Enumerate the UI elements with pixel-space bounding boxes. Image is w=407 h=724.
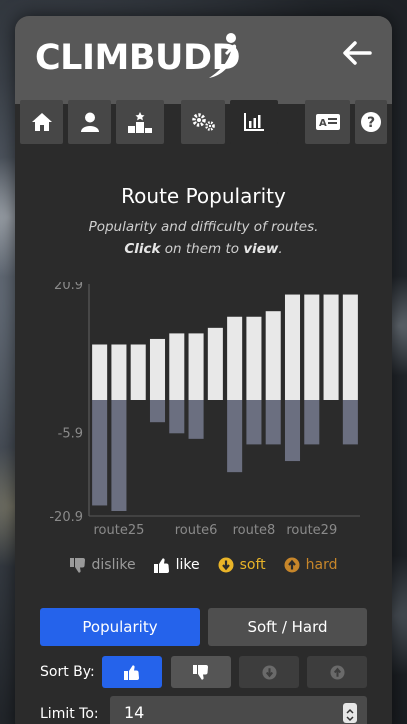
sort-by-hard-button[interactable]	[307, 656, 367, 688]
thumbs-up-icon	[124, 664, 139, 680]
arrow-up-circle-icon	[329, 664, 345, 680]
tab-bar: A ?	[15, 100, 392, 144]
limit-value: 14	[124, 703, 145, 722]
dislike-bar[interactable]	[188, 400, 204, 439]
y-tick-label: 20.9	[54, 282, 83, 293]
like-bar[interactable]	[207, 327, 223, 400]
tab-settings[interactable]	[181, 100, 225, 144]
legend-label-dislike: dislike	[91, 557, 136, 573]
home-icon	[31, 113, 52, 131]
y-tick-label: -20.9	[49, 510, 83, 525]
subtitle-line-1: Popularity and difficulty of routes.	[88, 219, 319, 235]
mode-toggle: Popularity Soft / Hard	[40, 608, 367, 646]
chevron-up-down-icon	[346, 708, 354, 722]
x-tick-label: route29	[286, 523, 337, 538]
page-title: Route Popularity	[121, 184, 286, 208]
id-card-icon: A	[315, 114, 340, 130]
limit-stepper[interactable]	[343, 703, 357, 723]
arrow-down-circle-icon	[261, 664, 277, 680]
legend-item-hard[interactable]: hard	[284, 557, 338, 573]
like-bar[interactable]	[323, 294, 339, 400]
x-tick-label: route8	[233, 523, 276, 538]
popularity-button[interactable]: Popularity	[40, 608, 200, 646]
app-panel: CLIMBUDD A ? Route Popularity Popularity…	[15, 16, 392, 724]
x-tick-label: route6	[175, 523, 218, 538]
thumbs-up-icon	[153, 557, 169, 573]
subtitle-view-word: view	[243, 241, 279, 257]
dislike-bar[interactable]	[246, 400, 262, 445]
like-bar[interactable]	[265, 311, 281, 400]
thumbs-down-icon	[193, 664, 208, 680]
like-bar[interactable]	[92, 344, 108, 400]
sort-label: Sort By:	[40, 664, 95, 680]
arrow-down-circle-icon	[218, 557, 234, 573]
tab-home[interactable]	[20, 100, 63, 144]
subtitle-line-2: Click on them to view.	[15, 238, 392, 260]
climber-logo-icon	[209, 33, 237, 78]
sort-by-soft-button[interactable]	[239, 656, 299, 688]
like-bar[interactable]	[188, 333, 204, 400]
legend-item-soft[interactable]: soft	[218, 557, 266, 573]
limit-input[interactable]: 14	[110, 696, 367, 724]
limit-label: Limit To:	[40, 706, 99, 722]
like-bar[interactable]	[284, 294, 301, 400]
soft-hard-button[interactable]: Soft / Hard	[208, 608, 367, 646]
dislike-bar[interactable]	[342, 400, 358, 445]
like-bar[interactable]	[130, 344, 146, 400]
podium-icon	[128, 112, 152, 133]
legend-item-like[interactable]: like	[153, 557, 200, 573]
route-popularity-chart: 20.9 -5.9 -20.9 route25 route6 route8 route29	[49, 282, 360, 538]
like-bar[interactable]	[169, 333, 185, 400]
legend-label-like: like	[175, 557, 200, 573]
svg-text:?: ?	[367, 115, 375, 131]
legend-label-hard: hard	[305, 557, 338, 573]
subtitle-click-word: Click	[124, 241, 161, 257]
header: CLIMBUDD	[15, 16, 392, 104]
page-subtitle: Popularity and difficulty of routes. Cli…	[15, 216, 392, 260]
sort-row: Sort By:	[40, 656, 367, 688]
sort-by-likes-button[interactable]	[102, 656, 162, 688]
x-tick-label: route25	[93, 523, 144, 538]
help-icon: ?	[361, 112, 381, 132]
tab-help[interactable]: ?	[355, 100, 387, 144]
tab-statistics[interactable]	[230, 100, 278, 144]
limit-row: Limit To: 14	[40, 696, 367, 724]
like-bar[interactable]	[227, 316, 243, 400]
svg-text:A: A	[319, 118, 327, 129]
dislike-bar[interactable]	[304, 400, 320, 445]
subtitle-end-text: .	[278, 241, 283, 257]
tab-leaderboard[interactable]	[116, 100, 164, 144]
user-icon	[80, 112, 99, 132]
dislike-bar[interactable]	[111, 400, 127, 512]
dislike-bar[interactable]	[149, 400, 166, 423]
like-bar[interactable]	[111, 344, 127, 400]
dislike-bar[interactable]	[284, 400, 301, 462]
like-bar[interactable]	[246, 316, 262, 400]
like-bar[interactable]	[149, 338, 166, 400]
chart-legend: dislike like soft hard	[15, 557, 392, 573]
tab-profile[interactable]	[68, 100, 111, 144]
dislike-bar[interactable]	[92, 400, 108, 506]
arrow-up-circle-icon	[284, 557, 300, 573]
like-bar[interactable]	[342, 294, 358, 400]
dislike-bar[interactable]	[169, 400, 185, 434]
thumbs-down-icon	[69, 557, 85, 573]
sort-by-dislikes-button[interactable]	[171, 656, 231, 688]
arrow-left-icon	[343, 41, 372, 65]
gears-icon	[192, 113, 215, 131]
y-tick-label: -5.9	[58, 427, 83, 442]
bar-chart-icon	[244, 113, 264, 131]
dislike-bar[interactable]	[227, 400, 243, 473]
legend-item-dislike[interactable]: dislike	[69, 557, 136, 573]
subtitle-mid-text: on them to	[160, 241, 244, 257]
back-button[interactable]	[340, 36, 374, 70]
like-bar[interactable]	[304, 294, 320, 400]
legend-label-soft: soft	[239, 557, 266, 573]
tab-card[interactable]: A	[305, 100, 350, 144]
dislike-bar[interactable]	[265, 400, 281, 445]
